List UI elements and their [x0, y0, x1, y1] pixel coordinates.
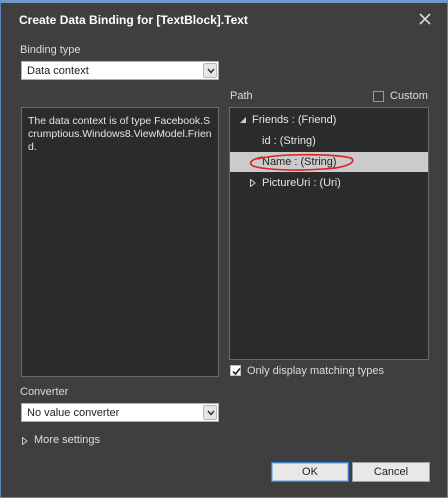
only-matching-types-checkbox[interactable] — [230, 365, 241, 376]
converter-value: No value converter — [27, 407, 120, 419]
tree-item-label: Friends : (Friend) — [252, 114, 337, 126]
chevron-down-icon — [207, 68, 215, 74]
checkmark-icon — [232, 367, 241, 376]
converter-dropdown[interactable]: No value converter — [21, 403, 219, 422]
custom-label: Custom — [390, 90, 428, 102]
triangle-expanded-icon[interactable] — [239, 116, 247, 124]
triangle-collapsed-icon[interactable] — [249, 179, 257, 187]
ok-button[interactable]: OK — [271, 462, 349, 482]
annotation-circle — [249, 153, 354, 171]
data-context-description-panel: The data context is of type Facebook.Scr… — [21, 107, 219, 377]
dropdown-button[interactable] — [203, 405, 217, 420]
data-context-description: The data context is of type Facebook.Scr… — [28, 115, 212, 153]
triangle-collapsed-icon — [22, 437, 28, 445]
custom-checkbox[interactable] — [373, 91, 384, 102]
converter-label: Converter — [20, 386, 69, 398]
tree-item-friends[interactable]: Friends : (Friend) — [230, 110, 428, 130]
only-matching-types-label: Only display matching types — [247, 365, 384, 377]
tree-item-label: id : (String) — [262, 135, 316, 147]
tree-item-id[interactable]: id : (String) — [230, 131, 428, 151]
more-settings-label: More settings — [34, 434, 101, 446]
dialog-title: Create Data Binding for [TextBlock].Text — [19, 13, 248, 27]
create-data-binding-dialog: Create Data Binding for [TextBlock].Text… — [0, 0, 448, 498]
close-button[interactable] — [417, 10, 433, 28]
tree-item-name[interactable]: Name : (String) — [230, 152, 428, 172]
binding-type-value: Data context — [27, 65, 89, 77]
dropdown-button[interactable] — [203, 63, 217, 78]
title-bar: Create Data Binding for [TextBlock].Text — [1, 3, 447, 35]
path-label: Path — [230, 90, 253, 102]
binding-type-label: Binding type — [20, 44, 81, 56]
chevron-down-icon — [207, 410, 215, 416]
path-tree[interactable]: Friends : (Friend) id : (String) Name : … — [229, 107, 429, 360]
close-icon — [419, 13, 431, 25]
tree-item-label: PictureUri : (Uri) — [262, 177, 341, 189]
tree-item-pictureuri[interactable]: PictureUri : (Uri) — [230, 173, 428, 193]
binding-type-dropdown[interactable]: Data context — [21, 61, 219, 80]
cancel-button[interactable]: Cancel — [352, 462, 430, 482]
